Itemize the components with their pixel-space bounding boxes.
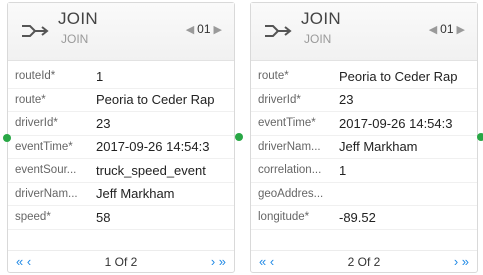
- caret-left-icon[interactable]: ◀: [429, 23, 437, 36]
- field-value: 23: [96, 115, 111, 131]
- output-port-dot[interactable]: [235, 133, 243, 141]
- card-header: JOIN JOIN ◀ 01 ▶: [8, 3, 234, 61]
- field-row: eventTime* 2017-09-26 14:54:3: [8, 136, 234, 159]
- field-label: routeId*: [15, 70, 56, 83]
- field-value: -89.52: [339, 209, 376, 225]
- field-label: longitude*: [258, 211, 310, 224]
- field-label: route*: [15, 93, 46, 106]
- field-list: routeId* 1 route* Peoria to Ceder Rap driv…: [8, 65, 234, 230]
- field-label: eventTime*: [258, 117, 316, 130]
- field-row: route* Peoria to Ceder Rap: [8, 89, 234, 112]
- field-row: eventSour... truck_speed_event: [8, 159, 234, 183]
- field-value: truck_speed_event: [96, 162, 206, 178]
- output-port-dot[interactable]: [477, 133, 483, 141]
- step-stepper: ◀ 01 ▶: [186, 22, 222, 36]
- step-number: 01: [197, 22, 211, 36]
- field-label: speed*: [15, 211, 51, 224]
- card-subtitle: JOIN: [61, 32, 89, 46]
- field-value: 2017-09-26 14:54:3: [339, 115, 453, 131]
- field-row: longitude* -89.52: [251, 206, 477, 230]
- field-row: correlation... 1: [251, 159, 477, 183]
- card-title: JOIN: [58, 9, 98, 28]
- step-stepper: ◀ 01 ▶: [429, 22, 465, 36]
- field-value: 58: [96, 209, 111, 225]
- field-label: driverNam...: [15, 187, 78, 200]
- field-label: eventSour...: [15, 164, 77, 177]
- caret-right-icon[interactable]: ▶: [214, 23, 222, 36]
- card-subtitle: JOIN: [304, 32, 332, 46]
- field-row: driverNam... Jeff Markham: [8, 183, 234, 206]
- field-row: routeId* 1: [8, 65, 234, 89]
- field-row: speed* 58: [8, 206, 234, 230]
- field-label: driverId*: [15, 117, 58, 130]
- input-port-dot[interactable]: [3, 134, 11, 142]
- join-arrow-icon: [265, 25, 292, 37]
- field-value: Jeff Markham: [339, 139, 418, 155]
- field-value: Peoria to Ceder Rap: [339, 68, 458, 84]
- field-value: 23: [339, 92, 354, 108]
- pager-count: 2 Of 2: [347, 254, 381, 269]
- caret-right-icon[interactable]: ▶: [457, 23, 465, 36]
- field-row: driverId* 23: [8, 112, 234, 136]
- field-row: eventTime* 2017-09-26 14:54:3: [251, 112, 477, 136]
- field-row: geoAddres...: [251, 183, 477, 206]
- field-value: 2017-09-26 14:54:3: [96, 139, 210, 155]
- field-value: 1: [339, 162, 347, 178]
- pager: « ‹ 2 Of 2 › »: [251, 250, 477, 272]
- field-value: Jeff Markham: [96, 186, 175, 202]
- field-label: eventTime*: [15, 140, 73, 153]
- field-row: driverId* 23: [251, 89, 477, 112]
- field-row: driverNam... Jeff Markham: [251, 136, 477, 159]
- join-node-card-2[interactable]: JOIN JOIN ◀ 01 ▶ route* Peoria to Ceder R…: [250, 2, 478, 273]
- step-number: 01: [440, 22, 454, 36]
- field-label: driverNam...: [258, 140, 321, 153]
- field-row: route* Peoria to Ceder Rap: [251, 65, 477, 89]
- card-title: JOIN: [301, 9, 341, 28]
- pager: « ‹ 1 Of 2 › »: [8, 250, 234, 272]
- field-label: route*: [258, 70, 289, 83]
- pager-next-button[interactable]: › »: [211, 254, 226, 269]
- field-label: correlation...: [258, 164, 322, 177]
- field-value: 1: [96, 68, 104, 84]
- pager-count: 1 Of 2: [104, 254, 138, 269]
- join-node-card-1[interactable]: JOIN JOIN ◀ 01 ▶ routeId* 1 route* Peoria …: [7, 2, 235, 273]
- field-list: route* Peoria to Ceder Rap driverId* 23 ev…: [251, 65, 477, 230]
- field-label: driverId*: [258, 93, 301, 106]
- caret-left-icon[interactable]: ◀: [186, 23, 194, 36]
- card-header: JOIN JOIN ◀ 01 ▶: [251, 3, 477, 61]
- pager-next-button[interactable]: › »: [454, 254, 469, 269]
- join-arrow-icon: [22, 25, 49, 37]
- field-label: geoAddres...: [258, 187, 324, 200]
- field-value: Peoria to Ceder Rap: [96, 92, 215, 108]
